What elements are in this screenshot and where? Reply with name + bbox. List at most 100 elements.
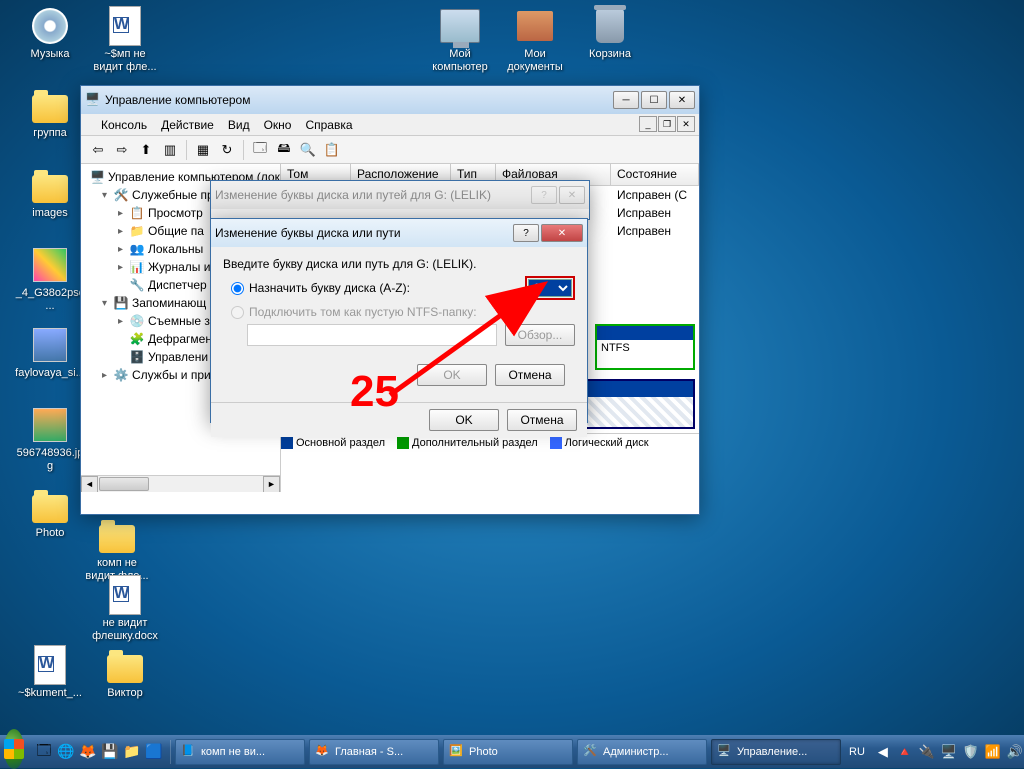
ok-button[interactable]: OK: [429, 409, 499, 431]
mount-folder-radio: [231, 306, 244, 319]
window-title: Управление компьютером: [105, 93, 613, 107]
volume-box-green[interactable]: NTFS: [595, 324, 695, 370]
help-button[interactable]: ?: [513, 224, 539, 242]
icon-label: images: [15, 207, 85, 220]
task-word[interactable]: 📘комп не ви...: [175, 739, 305, 765]
mdi-close[interactable]: ✕: [677, 116, 695, 132]
minimize-button[interactable]: ─: [613, 91, 639, 109]
task-admin[interactable]: 🛠️Администр...: [577, 739, 707, 765]
mdi-controls: _ ❐ ✕: [639, 116, 695, 132]
mdi-minimize[interactable]: _: [639, 116, 657, 132]
quick-launch: 🗔 🌐 🦊 💾 📁 🟦: [28, 740, 171, 764]
refresh-button[interactable]: ↻: [216, 139, 238, 161]
tray-usb-icon[interactable]: 🔌: [919, 744, 935, 760]
ql-explorer-icon[interactable]: 📁: [122, 740, 142, 764]
tray-network-icon[interactable]: 📶: [985, 744, 1001, 760]
menu-view[interactable]: Вид: [228, 118, 250, 132]
back-button[interactable]: ⇦: [87, 139, 109, 161]
desktop-icon-docx[interactable]: не видит флешку.docx: [90, 575, 160, 643]
instruction-text: Введите букву диска или путь для G: (LEL…: [223, 257, 575, 271]
tray-volume-icon[interactable]: 🔊: [1007, 744, 1023, 760]
icon-label: faylovaya_si...: [15, 367, 85, 380]
tree-hscroll[interactable]: ◄ ►: [81, 475, 280, 492]
show-hide-button[interactable]: ▥: [159, 139, 181, 161]
desktop-icon-img3[interactable]: 596748936.jpg: [15, 405, 85, 473]
desktop-icon-mycomputer[interactable]: Мой компьютер: [425, 6, 495, 74]
dialog-title: Изменение буквы диска или путей для G: (…: [215, 188, 531, 202]
tray-expand-icon[interactable]: ◀: [875, 744, 891, 760]
icon-label: ~$kument_...: [15, 687, 85, 700]
maximize-button[interactable]: ☐: [641, 91, 667, 109]
icon-label: Мои документы: [500, 48, 570, 74]
ql-show-desktop[interactable]: 🗔: [34, 740, 54, 764]
titlebar[interactable]: Изменение буквы диска или путей для G: (…: [211, 181, 589, 209]
volume-row[interactable]: Исправен: [611, 222, 699, 240]
language-indicator[interactable]: RU: [845, 744, 869, 760]
tray-icon[interactable]: 🖥️: [941, 744, 957, 760]
desktop-icon-group[interactable]: группа: [15, 85, 85, 140]
task-photo[interactable]: 🖼️Photo: [443, 739, 573, 765]
app-icon: 🖥️: [85, 92, 101, 108]
desktop-icon-mydocs[interactable]: Мои документы: [500, 6, 570, 74]
close-button[interactable]: ✕: [541, 224, 583, 242]
desktop-icon-photo[interactable]: Photo: [15, 485, 85, 540]
icon-label: не видит флешку.docx: [90, 617, 160, 643]
desktop-icon-bin[interactable]: Корзина: [575, 6, 645, 61]
icon-label: _4_G38o2psc...: [15, 287, 85, 313]
forward-button[interactable]: ⇨: [111, 139, 133, 161]
scroll-left[interactable]: ◄: [81, 476, 98, 492]
volume-row[interactable]: Исправен: [611, 204, 699, 222]
ql-firefox-icon[interactable]: 🦊: [78, 740, 98, 764]
close-button[interactable]: ✕: [669, 91, 695, 109]
separator: [186, 140, 187, 160]
menubar: Консоль Действие Вид Окно Справка: [81, 114, 699, 136]
desktop-icon-music[interactable]: Музыка: [15, 6, 85, 61]
icon-label: Мой компьютер: [425, 48, 495, 74]
up-button[interactable]: ⬆: [135, 139, 157, 161]
tool-2[interactable]: 🖴: [273, 139, 295, 161]
close-button[interactable]: ✕: [559, 186, 585, 204]
start-button[interactable]: [4, 729, 24, 769]
toolbar: ⇦ ⇨ ⬆ ▥ ▦ ↻ 🗔 🖴 🔍 📋: [81, 136, 699, 164]
icon-label: Виктор: [90, 687, 160, 700]
desktop-icon-komp[interactable]: комп не видит фле...: [82, 515, 152, 583]
desktop-icon-img1[interactable]: _4_G38o2psc...: [15, 245, 85, 313]
titlebar[interactable]: Изменение буквы диска или пути ? ✕: [211, 219, 587, 247]
annotation-number: 25: [350, 367, 399, 417]
menu-help[interactable]: Справка: [305, 118, 352, 132]
task-compmgmt[interactable]: 🖥️Управление...: [711, 739, 841, 765]
icon-label: группа: [15, 127, 85, 140]
titlebar[interactable]: 🖥️ Управление компьютером ─ ☐ ✕: [81, 86, 699, 114]
scroll-thumb[interactable]: [99, 477, 149, 491]
tool-1[interactable]: 🗔: [249, 139, 271, 161]
icon-label: Музыка: [15, 48, 85, 61]
cancel-button[interactable]: Отмена: [507, 409, 577, 431]
desktop-icon-skument[interactable]: ~$kument_...: [15, 645, 85, 700]
desktop-icon-images[interactable]: images: [15, 165, 85, 220]
desktop-icon-viktor[interactable]: Виктор: [90, 645, 160, 700]
help-button[interactable]: ?: [531, 186, 557, 204]
icon-label: 596748936.jpg: [15, 447, 85, 473]
tray-icon[interactable]: 🛡️: [963, 744, 979, 760]
menu-console[interactable]: Консоль: [101, 118, 147, 132]
assign-letter-radio[interactable]: [231, 282, 244, 295]
ql-save-icon[interactable]: 💾: [100, 740, 120, 764]
col-state[interactable]: Состояние: [611, 164, 699, 185]
tool-4[interactable]: 📋: [321, 139, 343, 161]
mdi-restore[interactable]: ❐: [658, 116, 676, 132]
scroll-right[interactable]: ►: [263, 476, 280, 492]
tray-icon[interactable]: 🔺: [897, 744, 913, 760]
tool-3[interactable]: 🔍: [297, 139, 319, 161]
desktop-icon-smp[interactable]: ~$мп не видит фле...: [90, 6, 160, 74]
ql-app-icon[interactable]: 🟦: [144, 740, 164, 764]
volume-row[interactable]: Исправен (С: [611, 186, 699, 204]
task-firefox[interactable]: 🦊Главная - S...: [309, 739, 439, 765]
menu-action[interactable]: Действие: [161, 118, 214, 132]
properties-button[interactable]: ▦: [192, 139, 214, 161]
change-letter-dialog-parent: Изменение буквы диска или путей для G: (…: [210, 180, 590, 220]
desktop-icon-img2[interactable]: faylovaya_si...: [15, 325, 85, 380]
menu-window[interactable]: Окно: [264, 118, 292, 132]
icon-label: ~$мп не видит фле...: [90, 48, 160, 74]
ql-chrome-icon[interactable]: 🌐: [56, 740, 76, 764]
annotation-arrow: [380, 275, 570, 405]
